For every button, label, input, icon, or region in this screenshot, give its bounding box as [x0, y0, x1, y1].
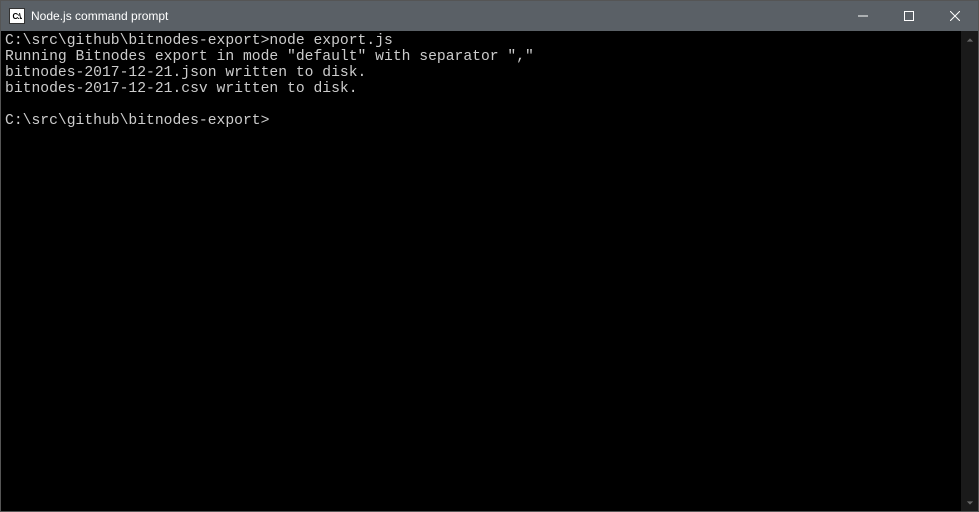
titlebar[interactable]: C:\. Node.js command prompt: [1, 1, 978, 31]
terminal-area: C:\src\github\bitnodes-export>node expor…: [1, 31, 978, 511]
minimize-button[interactable]: [840, 1, 886, 31]
terminal-line: Running Bitnodes export in mode "default…: [5, 49, 957, 65]
prompt: C:\src\github\bitnodes-export>: [5, 113, 269, 129]
chevron-down-icon: [966, 499, 974, 507]
window-controls: [840, 1, 978, 31]
minimize-icon: [858, 11, 868, 21]
maximize-button[interactable]: [886, 1, 932, 31]
close-icon: [950, 11, 960, 21]
maximize-icon: [904, 11, 914, 21]
app-icon[interactable]: C:\.: [9, 8, 25, 24]
scrollbar-track[interactable]: [961, 48, 978, 494]
prompt: C:\src\github\bitnodes-export>: [5, 33, 269, 49]
terminal-line: [5, 97, 957, 113]
app-icon-text: C:\.: [13, 12, 22, 21]
scroll-down-button[interactable]: [961, 494, 978, 511]
close-button[interactable]: [932, 1, 978, 31]
window-title: Node.js command prompt: [31, 9, 168, 23]
terminal-line: bitnodes-2017-12-21.csv written to disk.: [5, 81, 957, 97]
terminal-output[interactable]: C:\src\github\bitnodes-export>node expor…: [1, 31, 961, 511]
output-text: bitnodes-2017-12-21.csv written to disk.: [5, 81, 358, 97]
scrollbar[interactable]: [961, 31, 978, 511]
output-text: bitnodes-2017-12-21.json written to disk…: [5, 65, 366, 81]
command-text: node export.js: [269, 33, 392, 49]
terminal-line: bitnodes-2017-12-21.json written to disk…: [5, 65, 957, 81]
chevron-up-icon: [966, 36, 974, 44]
scroll-up-button[interactable]: [961, 31, 978, 48]
output-text: [5, 97, 14, 113]
terminal-line: C:\src\github\bitnodes-export>node expor…: [5, 33, 957, 49]
output-text: Running Bitnodes export in mode "default…: [5, 49, 534, 65]
terminal-line: C:\src\github\bitnodes-export>: [5, 113, 957, 129]
